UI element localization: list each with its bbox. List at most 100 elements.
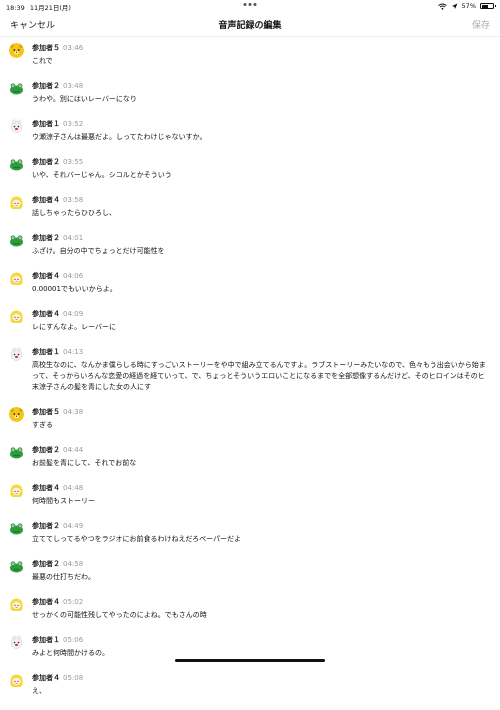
transcript-text[interactable]: いや、それバーじゃん。シコルとかそういう (32, 170, 486, 181)
timestamp: 05:02 (63, 598, 84, 606)
entry-header: 参加者４ 03:58 (32, 194, 486, 206)
rabbit-icon (9, 119, 24, 134)
frog-icon (9, 445, 24, 460)
transcript-text[interactable]: 何時間もストーリー (32, 496, 486, 507)
date-text: 11月21日(月) (29, 4, 71, 12)
transcript-text[interactable]: すぎる (32, 420, 486, 431)
clock-text: 18:39 (6, 4, 25, 12)
transcript-text[interactable]: レにすんなよ。レーバーに (32, 322, 486, 333)
cancel-button[interactable]: キャンセル (10, 18, 55, 31)
transcript-entry[interactable]: 参加者１ 04:13 高校生なのに、なんかま僕らしる時にすっごいストーリーをや中で… (0, 346, 500, 393)
home-indicator[interactable] (175, 659, 325, 662)
speaker-name: 参加者２ (32, 522, 60, 530)
speaker-name: 参加者４ (32, 272, 60, 280)
timestamp: 04:38 (63, 408, 84, 416)
transcript-text[interactable]: 話しちゃったらひひろし、 (32, 208, 486, 219)
frog-icon (9, 559, 24, 574)
entry-header: 参加者４ 05:08 (32, 672, 486, 684)
battery-icon (480, 3, 496, 9)
transcript-entry[interactable]: 参加者４ 03:58 話しちゃったらひひろし、 (0, 194, 500, 219)
speaker-name: 参加者２ (32, 560, 60, 568)
status-time: 18:39 11月21日(月) (6, 2, 71, 12)
frog-icon (9, 81, 24, 96)
girl-icon (9, 271, 24, 286)
transcript-list[interactable]: 参加者５ 03:46 これで 参加者２ 03:48 うわや。別にはいレーバーになり … (0, 42, 500, 710)
transcript-text[interactable]: せっかくの可能性残してやったのによね。でもさんの時 (32, 610, 486, 621)
transcript-entry[interactable]: 参加者２ 03:48 うわや。別にはいレーバーになり (0, 80, 500, 105)
speaker-name: 参加者４ (32, 310, 60, 318)
timestamp: 04:48 (63, 484, 84, 492)
entry-header: 参加者５ 03:46 (32, 42, 486, 54)
transcript-text[interactable]: ウ瀬涼子さんは最悪だよ。しってたわけじゃないすか。 (32, 132, 486, 143)
girl-icon (9, 309, 24, 324)
frog-icon (9, 157, 24, 172)
transcript-entry[interactable]: 参加者４ 04:09 レにすんなよ。レーバーに (0, 308, 500, 333)
transcript-entry[interactable]: 参加者５ 03:46 これで (0, 42, 500, 67)
transcript-text[interactable]: ふざけ。自分の中でちょっとだけ可能性を (32, 246, 486, 257)
transcript-entry[interactable]: 参加者２ 03:55 いや、それバーじゃん。シコルとかそういう (0, 156, 500, 181)
timestamp: 04:01 (63, 234, 84, 242)
transcript-entry[interactable]: 参加者２ 04:49 立ててしってるやつをラジオにお前食るわけねえだろペーパーだよ (0, 520, 500, 545)
transcript-entry[interactable]: 参加者４ 05:02 せっかくの可能性残してやったのによね。でもさんの時 (0, 596, 500, 621)
status-indicators: 57% (437, 2, 496, 10)
speaker-name: 参加者４ (32, 674, 60, 682)
rabbit-icon (9, 635, 24, 650)
speaker-name: 参加者１ (32, 348, 60, 356)
bear-icon (9, 43, 24, 58)
girl-icon (9, 483, 24, 498)
transcript-entry[interactable]: 参加者２ 04:01 ふざけ。自分の中でちょっとだけ可能性を (0, 232, 500, 257)
entry-header: 参加者４ 04:06 (32, 270, 486, 282)
speaker-name: 参加者４ (32, 196, 60, 204)
entry-header: 参加者１ 05:06 (32, 634, 486, 646)
timestamp: 03:48 (63, 82, 84, 90)
speaker-name: 参加者２ (32, 234, 60, 242)
transcript-entry[interactable]: 参加者１ 05:06 みよと何時間かけるの。 (0, 634, 500, 659)
timestamp: 04:49 (63, 522, 84, 530)
frog-icon (9, 521, 24, 536)
transcript-text[interactable]: うわや。別にはいレーバーになり (32, 94, 486, 105)
timestamp: 05:06 (63, 636, 84, 644)
transcript-text[interactable]: みよと何時間かけるの。 (32, 648, 486, 659)
transcript-text[interactable]: 0.00001でもいいからよ。 (32, 284, 486, 295)
entry-header: 参加者４ 04:09 (32, 308, 486, 320)
entry-header: 参加者２ 04:44 (32, 444, 486, 456)
speaker-name: 参加者１ (32, 120, 60, 128)
transcript-entry[interactable]: 参加者２ 04:58 最悪の仕打ちだわ。 (0, 558, 500, 583)
transcript-text[interactable]: お前髪を青にして、それでお前な (32, 458, 486, 469)
multitasking-dots-icon[interactable] (243, 3, 257, 6)
girl-icon (9, 597, 24, 612)
transcript-entry[interactable]: 参加者４ 04:06 0.00001でもいいからよ。 (0, 270, 500, 295)
entry-header: 参加者２ 04:49 (32, 520, 486, 532)
transcript-text[interactable]: これで (32, 56, 486, 67)
entry-header: 参加者２ 04:58 (32, 558, 486, 570)
speaker-name: 参加者２ (32, 82, 60, 90)
timestamp: 03:55 (63, 158, 84, 166)
speaker-name: 参加者４ (32, 598, 60, 606)
transcript-entry[interactable]: 参加者１ 03:52 ウ瀬涼子さんは最悪だよ。しってたわけじゃないすか。 (0, 118, 500, 143)
transcript-entry[interactable]: 参加者４ 04:48 何時間もストーリー (0, 482, 500, 507)
transcript-text[interactable]: 最悪の仕打ちだわ。 (32, 572, 486, 583)
transcript-text[interactable]: え、 (32, 686, 486, 697)
transcript-entry[interactable]: 参加者２ 04:44 お前髪を青にして、それでお前な (0, 444, 500, 469)
page-title: 音声記録の編集 (218, 21, 282, 31)
transcript-entry[interactable]: 参加者５ 04:38 すぎる (0, 406, 500, 431)
speaker-name: 参加者１ (32, 636, 60, 644)
navigation-bar: キャンセル 音声記録の編集 保存 (0, 12, 500, 37)
transcript-text[interactable]: 立ててしってるやつをラジオにお前食るわけねえだろペーパーだよ (32, 534, 486, 545)
timestamp: 05:08 (63, 674, 84, 682)
entry-header: 参加者４ 04:48 (32, 482, 486, 494)
status-bar: 18:39 11月21日(月) 57% (0, 0, 500, 12)
timestamp: 03:58 (63, 196, 84, 204)
entry-header: 参加者２ 04:01 (32, 232, 486, 244)
timestamp: 03:46 (63, 44, 84, 52)
transcript-entry[interactable]: 参加者４ 05:08 え、 (0, 672, 500, 697)
speaker-name: 参加者４ (32, 484, 60, 492)
transcript-text[interactable]: 高校生なのに、なんかま僕らしる時にすっごいストーリーをや中で組み立てるんですよ。… (32, 360, 486, 393)
frog-icon (9, 233, 24, 248)
timestamp: 04:09 (63, 310, 84, 318)
save-button[interactable]: 保存 (472, 18, 490, 31)
entry-header: 参加者２ 03:48 (32, 80, 486, 92)
girl-icon (9, 673, 24, 688)
speaker-name: 参加者５ (32, 44, 60, 52)
entry-header: 参加者２ 03:55 (32, 156, 486, 168)
